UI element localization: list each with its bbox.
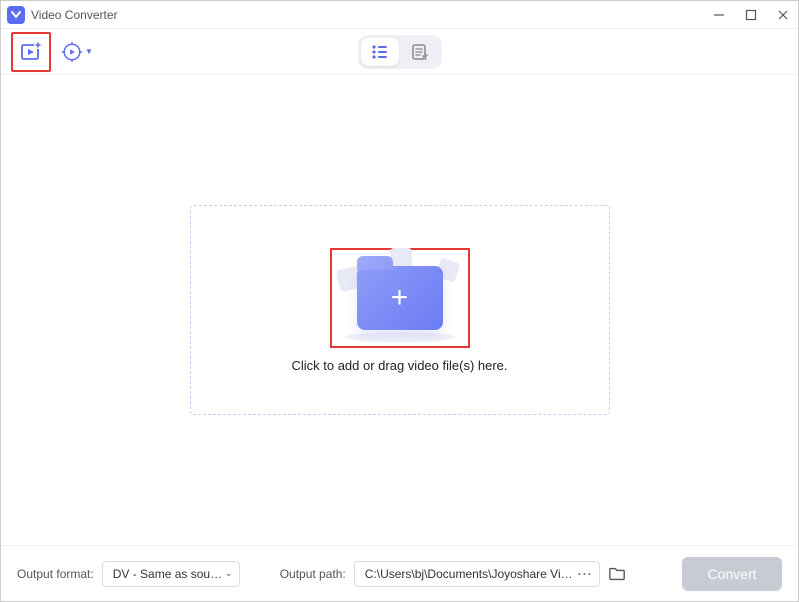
- chevron-down-icon: ⌄: [224, 568, 232, 579]
- maximize-button[interactable]: [744, 8, 758, 22]
- settings-dropdown-button[interactable]: ▼: [61, 41, 93, 63]
- toolbar: ▼: [1, 29, 798, 75]
- drop-hint-text: Click to add or drag video file(s) here.: [291, 358, 507, 373]
- window-title: Video Converter: [31, 8, 712, 22]
- close-button[interactable]: [776, 8, 790, 22]
- caret-down-icon: ▼: [85, 47, 93, 56]
- output-format-group: Output format: DV - Same as sou… ⌄: [17, 561, 240, 587]
- main-area: + Click to add or drag video file(s) her…: [1, 75, 798, 545]
- add-file-button[interactable]: [17, 38, 45, 66]
- output-format-value: DV - Same as sou…: [113, 567, 222, 581]
- add-folder-icon: +: [357, 266, 443, 330]
- decorative-shadow: [345, 332, 455, 342]
- browse-folder-button[interactable]: [608, 565, 626, 583]
- window-controls: [712, 8, 790, 22]
- app-window: Video Converter: [0, 0, 799, 602]
- bottom-bar: Output format: DV - Same as sou… ⌄ Outpu…: [1, 545, 798, 601]
- output-path-value: C:\Users\bj\Documents\Joyoshare VidiK: [365, 567, 578, 581]
- list-view-tab[interactable]: [361, 38, 399, 66]
- view-mode-toggle: [358, 35, 442, 69]
- toolbar-left: ▼: [11, 32, 93, 72]
- titlebar: Video Converter: [1, 1, 798, 29]
- minimize-button[interactable]: [712, 8, 726, 22]
- app-logo-icon: [7, 6, 25, 24]
- annotation-highlight-dropicon: +: [330, 248, 470, 348]
- output-path-label: Output path:: [280, 567, 346, 581]
- plus-icon: +: [391, 283, 409, 313]
- merge-view-tab[interactable]: [401, 38, 439, 66]
- annotation-highlight: [11, 32, 51, 72]
- convert-button[interactable]: Convert: [682, 557, 782, 591]
- more-options-icon[interactable]: ···: [578, 567, 593, 581]
- output-format-label: Output format:: [17, 567, 94, 581]
- output-path-group: Output path: C:\Users\bj\Documents\Joyos…: [280, 561, 626, 587]
- drop-zone[interactable]: + Click to add or drag video file(s) her…: [190, 205, 610, 415]
- output-path-field[interactable]: C:\Users\bj\Documents\Joyoshare VidiK ··…: [354, 561, 600, 587]
- output-format-select[interactable]: DV - Same as sou… ⌄: [102, 561, 240, 587]
